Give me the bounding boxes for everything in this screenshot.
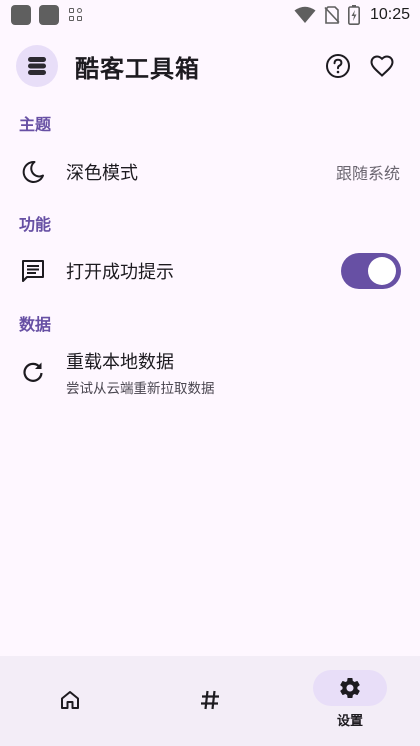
home-icon	[61, 691, 79, 709]
status-time: 10:25	[369, 6, 410, 23]
grid-app-icon	[69, 8, 83, 22]
reload-data-texts: 重载本地数据 尝试从云端重新拉取数据	[66, 348, 400, 397]
success-tip-switch[interactable]	[341, 253, 401, 289]
setting-row-reload-data[interactable]: 重载本地数据 尝试从云端重新拉取数据	[0, 348, 420, 397]
nav-label-settings: 设置	[336, 714, 363, 729]
nav-pill-settings	[313, 670, 387, 706]
nav-item-settings[interactable]: 设置	[280, 656, 420, 746]
dark-mode-value: 跟随系统	[335, 164, 400, 183]
reload-data-description: 尝试从云端重新拉取数据	[66, 380, 215, 397]
help-button[interactable]	[316, 44, 360, 88]
settings-gear-icon	[340, 678, 360, 699]
status-bar: 10:25	[0, 0, 420, 30]
status-bar-left	[11, 5, 83, 25]
nav-pill-hash	[178, 684, 242, 716]
switch-thumb	[368, 257, 396, 285]
section-title-theme: 主题	[19, 115, 52, 134]
success-tip-label: 打开成功提示	[66, 262, 174, 283]
hash-icon	[201, 690, 219, 710]
nav-item-hash[interactable]	[140, 656, 280, 746]
help-icon	[326, 54, 350, 78]
moon-icon	[20, 159, 46, 185]
favorite-button[interactable]	[360, 44, 404, 88]
section-title-data: 数据	[19, 315, 52, 334]
status-bar-right: 10:25	[294, 5, 410, 25]
refresh-icon	[20, 359, 46, 385]
no-sim-icon	[324, 6, 340, 24]
nav-pill-home	[38, 684, 102, 716]
notification-square-icon	[11, 5, 31, 25]
notification-square-icon	[39, 5, 59, 25]
wifi-icon	[294, 6, 316, 23]
battery-charging-icon	[347, 5, 360, 25]
app-title: 酷客工具箱	[75, 54, 200, 83]
nav-item-home[interactable]	[0, 656, 140, 746]
bottom-navigation: 设置	[0, 656, 420, 746]
reload-data-label: 重载本地数据	[66, 351, 174, 373]
section-title-features: 功能	[19, 215, 52, 234]
setting-row-dark-mode[interactable]: 深色模式 跟随系统	[0, 148, 420, 196]
stack-layers-icon	[28, 57, 46, 75]
app-avatar[interactable]	[16, 45, 58, 87]
favorite-heart-icon	[370, 55, 394, 77]
app-header: 酷客工具箱	[0, 40, 420, 92]
dark-mode-label: 深色模式	[66, 163, 138, 184]
setting-row-success-tip[interactable]: 打开成功提示	[0, 247, 420, 295]
message-lines-icon	[20, 258, 46, 284]
